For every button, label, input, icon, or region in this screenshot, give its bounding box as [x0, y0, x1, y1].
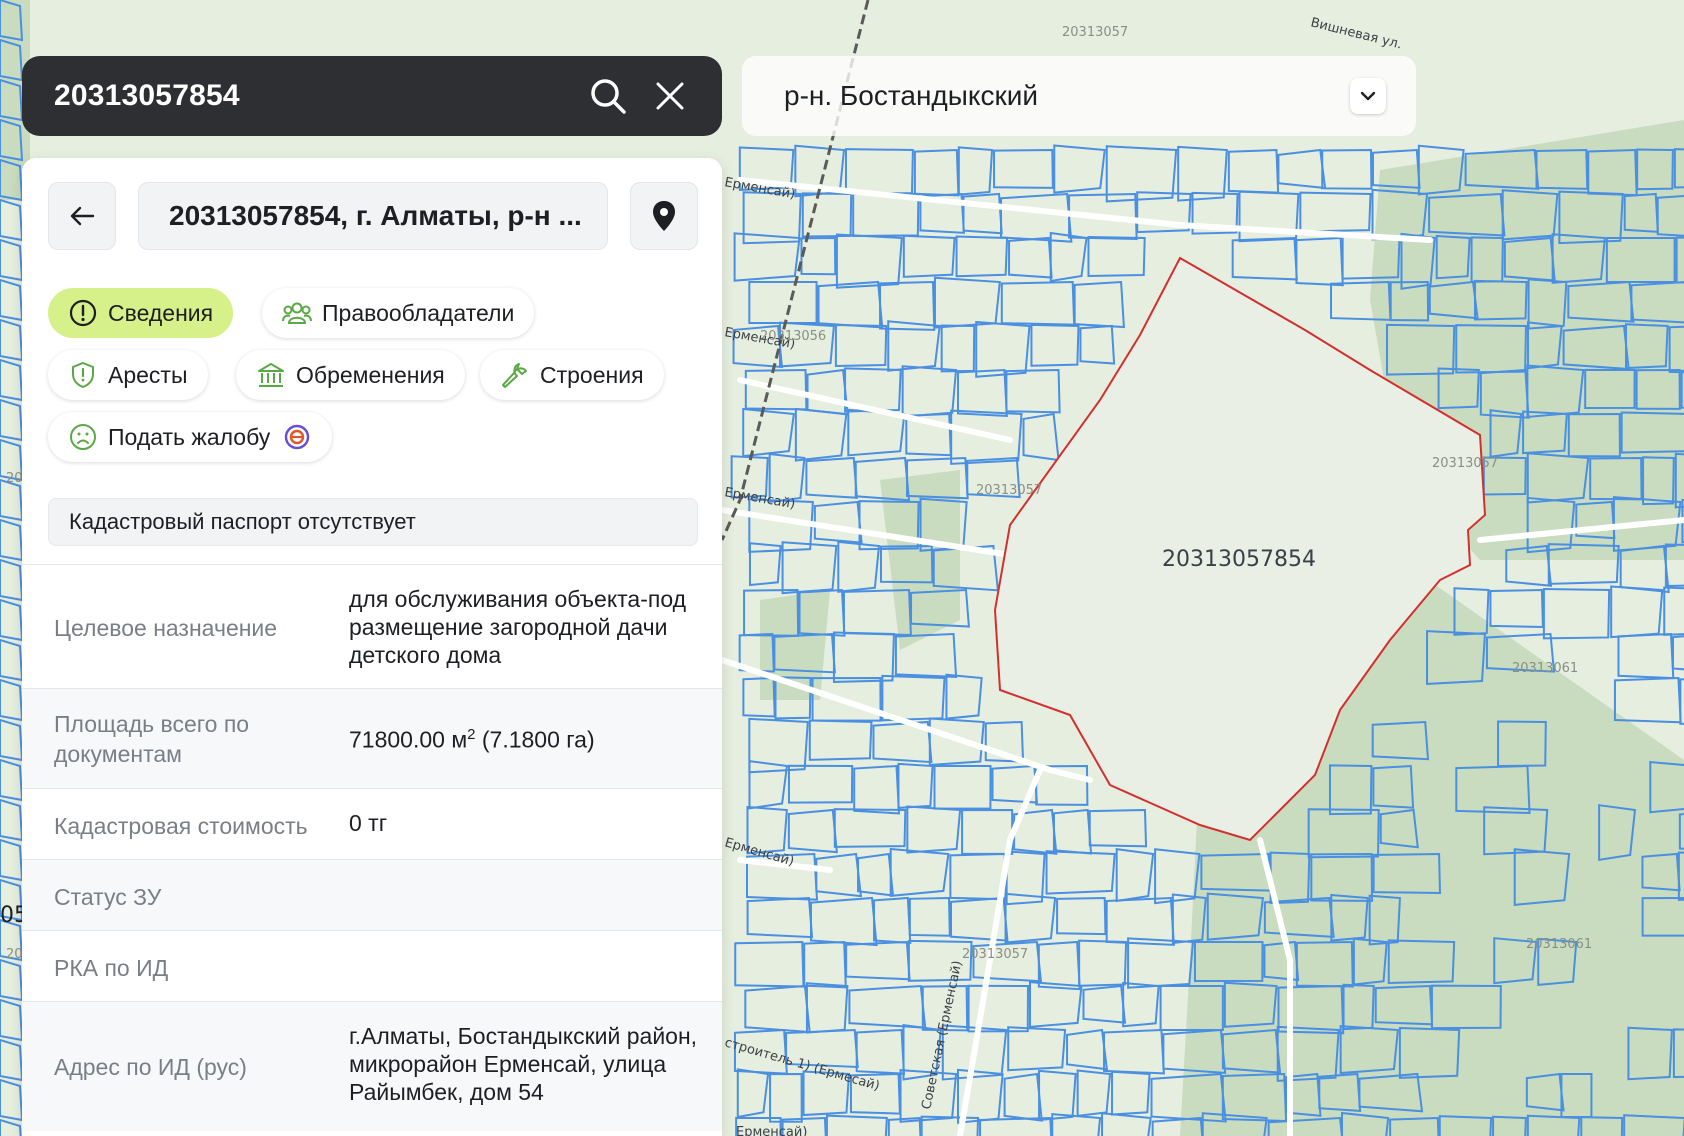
edge-label: 20 [6, 947, 23, 962]
arrow-left-icon [70, 206, 95, 226]
close-icon[interactable] [648, 74, 692, 118]
area-value: 71800.00 м [349, 726, 468, 753]
tab-label: Сведения [108, 299, 214, 326]
row-key: Площадь всего по документам [54, 711, 250, 767]
tab-arrests[interactable]: Аресты [48, 350, 208, 400]
area-hectares: (7.1800 га) [475, 726, 595, 753]
row-value: 0 тг [349, 810, 388, 836]
show-on-map-button[interactable] [630, 182, 698, 250]
tab-label: Строения [540, 361, 644, 388]
quarter-label: 20313057 [976, 483, 1042, 498]
chevron-down-icon[interactable] [1350, 78, 1386, 114]
search-query[interactable]: 20313057854 [54, 79, 568, 113]
info-icon [68, 298, 98, 328]
table-row: Статус ЗУ [22, 859, 722, 930]
quarter-label: 20313061 [1512, 661, 1578, 676]
sad-face-icon [68, 422, 98, 452]
table-row: Целевое назначение для обслуживания объе… [22, 564, 722, 688]
district-select[interactable]: р-н. Бостандыкский [742, 56, 1416, 136]
quarter-label: 20313061 [1526, 937, 1592, 952]
street-label: Ерменсай) [736, 1125, 807, 1136]
tab-label: Обременения [296, 361, 445, 388]
map-pin-icon [653, 201, 675, 231]
edge-label: 20 [6, 471, 23, 486]
passport-notice: Кадастровый паспорт отсутствует [48, 498, 698, 546]
bank-icon [256, 360, 286, 390]
tab-label: Подать жалобу [108, 423, 271, 450]
row-value: 71800.00 м2 (7.1800 га) [349, 721, 699, 754]
quarter-label: 20313057 [1062, 25, 1128, 40]
table-row: Кадастровая стоимость 0 тг [22, 788, 722, 859]
tab-label: Правообладатели [322, 299, 515, 326]
district-value: р-н. Бостандыкский [784, 80, 1038, 111]
table-row: Площадь всего по документам 71800.00 м2 … [22, 688, 722, 788]
panel-header: 20313057854, г. Алматы, р-н ... [48, 182, 698, 252]
row-key: Кадастровая стоимость [54, 813, 308, 839]
quarter-label: 20313057 [1432, 456, 1498, 471]
quarter-label: 20313057 [962, 947, 1028, 962]
parcel-label: 20313057854 [1162, 547, 1316, 572]
table-row: Адрес по ИД (рус) г.Алматы, Бостандыкски… [22, 1001, 722, 1131]
row-key: Целевое назначение [54, 615, 278, 641]
row-value: г.Алматы, Бостандыкский район, микрорайо… [349, 1023, 698, 1105]
users-icon [282, 298, 312, 328]
search-bar[interactable]: 20313057854 [22, 56, 722, 136]
parcel-title: 20313057854, г. Алматы, р-н ... [138, 182, 608, 250]
row-key: Статус ЗУ [54, 884, 162, 910]
tab-complaint[interactable]: Подать жалобу [48, 412, 333, 462]
tab-owners[interactable]: Правообладатели [262, 288, 535, 338]
back-button[interactable] [48, 182, 116, 250]
egov-icon [282, 422, 312, 452]
search-icon[interactable] [586, 74, 630, 118]
tab-buildings[interactable]: Строения [480, 350, 664, 400]
row-key: Адрес по ИД (рус) [54, 1054, 247, 1080]
row-value: для обслуживания объекта-под размещение … [349, 586, 687, 668]
wrench-icon [500, 360, 530, 390]
tab-encumbrances[interactable]: Обременения [236, 350, 465, 400]
table-row: РКА по ИД [22, 930, 722, 1001]
tab-label: Аресты [108, 361, 188, 388]
parcel-info-panel: 20313057854, г. Алматы, р-н ... Сведения… [22, 158, 722, 1136]
tab-info[interactable]: Сведения [48, 288, 234, 338]
shield-icon [68, 360, 98, 390]
row-key: РКА по ИД [54, 955, 169, 981]
